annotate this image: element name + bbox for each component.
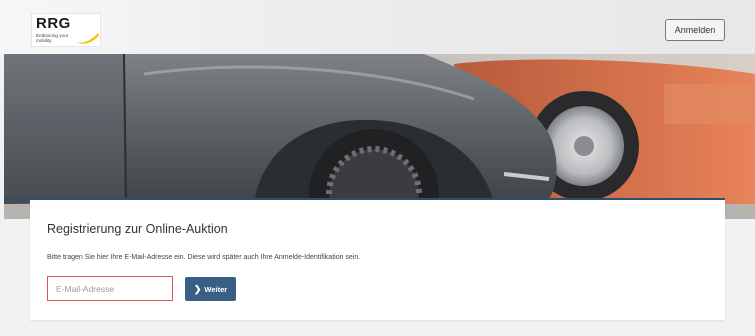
logo-swoosh-icon bbox=[76, 33, 99, 44]
chevron-right-icon: ❯ bbox=[193, 283, 202, 294]
email-input[interactable] bbox=[47, 276, 173, 301]
next-button-label: Weiter bbox=[204, 284, 228, 294]
logo-tagline: Embracing your mobility bbox=[36, 33, 69, 43]
login-button[interactable]: Anmelden bbox=[665, 19, 725, 41]
next-button[interactable]: ❯ Weiter bbox=[185, 277, 236, 301]
car-illustration bbox=[4, 54, 755, 219]
rrg-logo[interactable]: RRG Embracing your mobility bbox=[31, 13, 101, 47]
page: RRG Embracing your mobility Anmelden Reg… bbox=[0, 0, 755, 336]
registration-card: Registrierung zur Online-Auktion Bitte t… bbox=[30, 200, 725, 320]
logo-mark: RRG bbox=[36, 15, 71, 32]
site-header: RRG Embracing your mobility Anmelden bbox=[0, 0, 755, 54]
registration-info-text: Bitte tragen Sie hier Ihre E-Mail-Adress… bbox=[47, 254, 361, 261]
registration-title: Registrierung zur Online-Auktion bbox=[47, 222, 228, 236]
hero-banner-image bbox=[4, 54, 755, 219]
